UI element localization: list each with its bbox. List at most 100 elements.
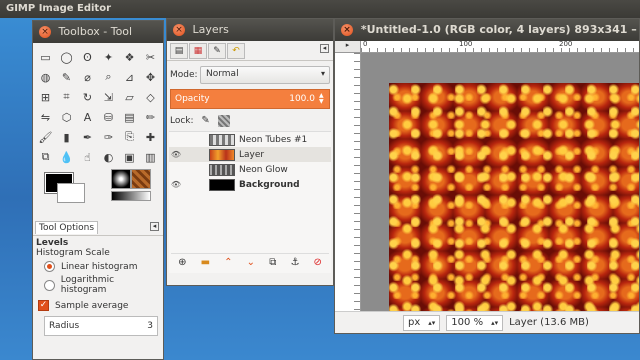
scale-icon[interactable]: ⇲ <box>98 87 119 107</box>
levels-heading: Levels <box>36 238 69 248</box>
measure-icon[interactable]: ⊿ <box>119 67 140 87</box>
new-layer-icon[interactable]: ⊕ <box>178 257 186 268</box>
paths-icon[interactable]: ✎ <box>56 67 77 87</box>
layer-toolbar: ⊕ ▬ ⌃ ⌄ ⧉ ⚓ ⊘ <box>171 253 329 271</box>
layer-row[interactable]: Neon Tubes #1 <box>169 132 331 147</box>
vertical-ruler[interactable] <box>335 53 361 313</box>
extra-tool-2-icon[interactable]: ▥ <box>140 147 161 167</box>
ruler-tick: 200 <box>559 40 573 48</box>
pencil-icon[interactable]: ✏ <box>140 107 161 127</box>
image-titlebar[interactable]: × *Untitled-1.0 (RGB color, 4 layers) 89… <box>335 19 639 41</box>
ellipse-select-icon[interactable]: ◯ <box>56 47 77 67</box>
crop-icon[interactable]: ⌗ <box>56 87 77 107</box>
layer-name[interactable]: Neon Glow <box>239 165 288 175</box>
zoom-select[interactable]: 100 % ▴▾ <box>446 314 504 331</box>
tab-layers[interactable]: ▤ <box>170 43 188 59</box>
fuzzy-select-icon[interactable]: ✦ <box>98 47 119 67</box>
delete-layer-icon[interactable]: ⊘ <box>314 257 322 268</box>
blend-icon[interactable]: ▤ <box>119 107 140 127</box>
lock-label: Lock: <box>170 116 194 126</box>
lock-alpha-icon[interactable] <box>217 115 230 127</box>
lower-layer-icon[interactable]: ⌄ <box>247 257 255 268</box>
ruler-tick: 0 <box>363 40 368 48</box>
gradient-preview[interactable] <box>111 191 151 201</box>
canvas-area[interactable] <box>361 53 639 313</box>
opacity-slider[interactable]: Opacity 100.0 ▲ ▼ <box>170 89 330 109</box>
layer-row[interactable]: Neon Glow <box>169 162 331 177</box>
airbrush-icon[interactable]: ✒ <box>77 127 98 147</box>
zoom-icon[interactable]: ⌕ <box>98 67 119 87</box>
smudge-icon[interactable]: ☝ <box>77 147 98 167</box>
text-icon[interactable]: A <box>77 107 98 127</box>
extra-tool-icon[interactable]: ▣ <box>119 147 140 167</box>
new-layer-group-icon[interactable]: ▬ <box>201 257 210 268</box>
log-histogram-option[interactable]: Logarithmic histogram <box>44 275 160 295</box>
radius-value[interactable]: 3 <box>147 321 153 331</box>
sample-average-option[interactable]: ✓ Sample average <box>38 300 160 311</box>
foreground-select-icon[interactable]: ◍ <box>35 67 56 87</box>
move-icon[interactable]: ✥ <box>140 67 161 87</box>
duplicate-layer-icon[interactable]: ⧉ <box>269 257 276 268</box>
color-picker-icon[interactable]: ⌀ <box>77 67 98 87</box>
flip-icon[interactable]: ⇋ <box>35 107 56 127</box>
dodge-burn-icon[interactable]: ◐ <box>98 147 119 167</box>
eraser-icon[interactable]: ▮ <box>56 127 77 147</box>
raise-layer-icon[interactable]: ⌃ <box>224 257 232 268</box>
mode-select[interactable]: Normal <box>200 66 330 84</box>
opacity-value[interactable]: 100.0 <box>289 94 315 104</box>
radio-linear[interactable] <box>44 261 55 272</box>
tab-channels[interactable]: ▦ <box>189 43 207 59</box>
ink-icon[interactable]: ✑ <box>98 127 119 147</box>
horizontal-ruler[interactable]: 0 100 200 <box>361 40 639 53</box>
layer-row[interactable]: 👁 Background <box>169 177 331 192</box>
panel-menu-icon[interactable]: ◂ <box>150 222 159 231</box>
image-canvas[interactable] <box>389 83 639 313</box>
sample-average-checkbox[interactable]: ✓ <box>38 300 49 311</box>
layer-row[interactable]: 👁 Layer <box>169 147 331 162</box>
ruler-corner[interactable]: ▸ <box>335 41 361 53</box>
free-select-icon[interactable]: ʘ <box>77 47 98 67</box>
layers-titlebar[interactable]: × Layers <box>167 19 333 41</box>
close-icon[interactable]: × <box>341 24 353 36</box>
background-color-swatch[interactable] <box>57 183 85 203</box>
clone-icon[interactable]: ⎘ <box>119 127 140 147</box>
perspective-clone-icon[interactable]: ⧉ <box>35 147 56 167</box>
color-select-icon[interactable]: ❖ <box>119 47 140 67</box>
radius-stepper[interactable]: Radius 3 <box>44 316 158 336</box>
tool-options-panel: Levels Histogram Scale Linear histogram … <box>33 238 163 336</box>
tool-options-tab-label: Tool Options <box>39 223 95 233</box>
opacity-spin-icon[interactable]: ▲ ▼ <box>319 93 327 105</box>
eye-icon[interactable]: 👁 <box>169 150 183 159</box>
eye-icon[interactable]: 👁 <box>169 180 183 189</box>
bucket-fill-icon[interactable]: ⛁ <box>98 107 119 127</box>
align-icon[interactable]: ⊞ <box>35 87 56 107</box>
linear-histogram-option[interactable]: Linear histogram <box>44 261 160 272</box>
tab-paths[interactable]: ✎ <box>208 43 226 59</box>
cage-icon[interactable]: ⬡ <box>56 107 77 127</box>
heal-icon[interactable]: ✚ <box>140 127 161 147</box>
scissors-icon[interactable]: ✂ <box>140 47 161 67</box>
paintbrush-icon[interactable]: 🖌 <box>35 127 56 147</box>
layer-name[interactable]: Background <box>239 180 300 190</box>
blur-icon[interactable]: 💧 <box>56 147 77 167</box>
brush-preview[interactable] <box>111 169 131 189</box>
perspective-icon[interactable]: ◇ <box>140 87 161 107</box>
radio-log[interactable] <box>44 279 55 291</box>
panel-menu-icon[interactable]: ◂ <box>320 44 329 53</box>
shear-icon[interactable]: ▱ <box>119 87 140 107</box>
pattern-preview[interactable] <box>131 169 151 189</box>
tab-undo[interactable]: ↶ <box>227 43 245 59</box>
close-icon[interactable]: × <box>39 26 51 38</box>
layer-name[interactable]: Layer <box>239 150 264 160</box>
tab-tool-options[interactable]: Tool Options <box>35 221 99 234</box>
lock-pixels-icon[interactable]: ✎ <box>200 115 212 127</box>
rect-select-icon[interactable]: ▭ <box>35 47 56 67</box>
layer-thumbnail <box>209 133 235 146</box>
toolbox-titlebar[interactable]: × Toolbox - Tool <box>33 21 163 43</box>
rotate-icon[interactable]: ↻ <box>77 87 98 107</box>
anchor-layer-icon[interactable]: ⚓ <box>290 257 299 268</box>
close-icon[interactable]: × <box>173 24 185 36</box>
ruler-tick: 100 <box>459 40 473 48</box>
layer-name[interactable]: Neon Tubes #1 <box>239 135 307 145</box>
unit-select[interactable]: px ▴▾ <box>403 314 441 331</box>
